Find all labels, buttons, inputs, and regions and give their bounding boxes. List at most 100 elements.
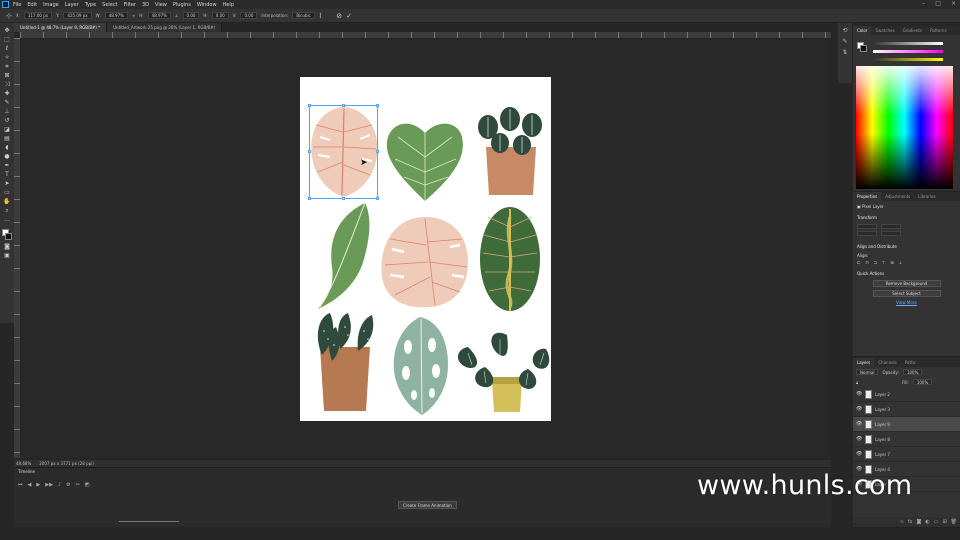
tab-layers[interactable]: Layers — [853, 358, 875, 367]
first-frame-icon[interactable]: ⏮ — [18, 482, 23, 488]
monstera-leaf-large[interactable] — [381, 217, 468, 308]
align-top-icon[interactable]: ⊤ — [882, 260, 885, 265]
menu-file[interactable]: File — [13, 2, 21, 8]
trash-icon[interactable]: 🗑︎ — [951, 519, 957, 525]
color-panel-swatches[interactable] — [857, 42, 867, 52]
select-subject-button[interactable]: Select Subject — [872, 290, 941, 297]
timeline-zoom-slider[interactable] — [119, 521, 179, 522]
menu-view[interactable]: View — [155, 2, 167, 8]
calathea-leaf[interactable] — [480, 207, 540, 311]
transform-w-field[interactable] — [857, 224, 877, 229]
tab-adjustments[interactable]: Adjustments — [881, 192, 914, 201]
tab-untitled-1[interactable]: Untitled-1 @ 48.7% (Layer 9, RGB/8#) * — [14, 23, 108, 32]
stamp-icon[interactable]: ⊥ — [3, 108, 11, 115]
menu-help[interactable]: Help — [223, 2, 234, 8]
remove-background-button[interactable]: Remove Background — [872, 280, 941, 287]
zoom-icon[interactable]: ⌕ — [3, 207, 11, 214]
align-title[interactable]: Align and Distribute — [857, 244, 956, 249]
menu-filter[interactable]: Filter — [124, 2, 136, 8]
alocasia-leaf[interactable] — [318, 202, 370, 309]
move-tool-icon[interactable]: ⊹ — [6, 12, 12, 20]
hue-slider[interactable] — [873, 42, 943, 45]
marquee-icon[interactable]: ⬚ — [3, 36, 11, 43]
height-field[interactable]: 48.97% — [147, 12, 171, 19]
healing-brush-icon[interactable]: ✚ — [3, 90, 11, 97]
tab-paths[interactable]: Paths — [901, 358, 920, 367]
transform-title[interactable]: Transform — [857, 215, 956, 220]
potted-plant-philodendron[interactable] — [457, 332, 550, 412]
transform-handle[interactable] — [376, 197, 379, 200]
menu-layer[interactable]: Layer — [65, 2, 79, 8]
gradient-icon[interactable]: ▤ — [3, 135, 11, 142]
magic-wand-icon[interactable]: ✧ — [3, 54, 11, 61]
layer-row[interactable]: 👁︎ Layer 7 — [853, 447, 960, 462]
timeline-title[interactable]: Timeline — [18, 469, 35, 474]
potted-plant-peperomia[interactable] — [478, 107, 542, 195]
background-color[interactable] — [860, 45, 867, 52]
tab-patterns[interactable]: Patterns — [926, 26, 950, 35]
color-swatches[interactable] — [2, 229, 12, 241]
layer-row[interactable]: 👁︎ Layer 8 — [853, 432, 960, 447]
frame-icon[interactable]: ⊠ — [3, 72, 11, 79]
menu-plugins[interactable]: Plugins — [173, 2, 191, 8]
width-field[interactable]: 48.97% — [104, 12, 128, 19]
dodge-icon[interactable]: ● — [3, 153, 11, 160]
saturation-slider[interactable] — [873, 50, 943, 53]
tab-channels[interactable]: Channels — [874, 358, 901, 367]
transform-handle[interactable] — [376, 150, 379, 153]
next-frame-icon[interactable]: ▶▶ — [45, 482, 53, 488]
x-field[interactable]: 117.00 px — [23, 12, 53, 19]
history-brush-icon[interactable]: ↺ — [3, 117, 11, 124]
interpolation-select[interactable]: Bicubic — [292, 12, 315, 19]
tab-artwork-25[interactable]: Untitled_Artwork 25.png @ 26% (Layer 1, … — [107, 23, 223, 32]
crop-icon[interactable]: ⌗ — [3, 63, 11, 70]
mask-icon[interactable]: ◙ — [916, 519, 921, 525]
layer-row-selected[interactable]: 👁︎ Layer 9 — [853, 417, 960, 432]
split-icon[interactable]: ✂ — [76, 482, 80, 488]
angle-field[interactable]: 0.00 — [182, 12, 200, 19]
quick-mask-icon[interactable]: ◙ — [3, 243, 11, 250]
transform-handle[interactable] — [376, 104, 379, 107]
create-frame-animation-button[interactable]: Create Frame Animation — [398, 501, 457, 509]
link-layers-icon[interactable]: ∞ — [900, 519, 904, 525]
layer-row[interactable]: 👁︎ Layer 3 — [853, 402, 960, 417]
rectangle-icon[interactable]: ▭ — [3, 189, 11, 196]
eye-icon[interactable]: 👁︎ — [856, 406, 862, 412]
path-select-icon[interactable]: ➤ — [3, 180, 11, 187]
cancel-transform-icon[interactable]: ⊘ — [336, 12, 342, 20]
v-skew-field[interactable]: 0.00 — [240, 12, 258, 19]
align-left-icon[interactable]: ⊏ — [857, 260, 860, 265]
lock-icon[interactable]: 🔒︎ — [856, 380, 858, 385]
monstera-adansonii-leaf[interactable] — [393, 317, 448, 415]
transform-x-field[interactable] — [857, 231, 877, 236]
align-bottom-icon[interactable]: ⊥ — [899, 260, 902, 265]
link-icon[interactable]: ∞ — [132, 13, 135, 18]
blend-mode-select[interactable]: Normal — [856, 369, 879, 375]
eye-icon[interactable]: 👁︎ — [856, 421, 862, 427]
brush-icon[interactable]: ✎ — [3, 99, 11, 106]
eye-icon[interactable]: 👁︎ — [856, 391, 862, 397]
color-spectrum[interactable] — [856, 66, 953, 189]
prev-frame-icon[interactable]: ◀ — [28, 482, 32, 488]
eye-icon[interactable]: 👁︎ — [856, 436, 862, 442]
brush-settings-icon[interactable]: ✎ — [842, 38, 847, 45]
transform-handle[interactable] — [308, 104, 311, 107]
transform-bounding-box[interactable]: ➤ — [308, 104, 379, 200]
screen-mode-icon[interactable]: ▣ — [3, 252, 11, 259]
close-icon[interactable]: × — [951, 0, 956, 7]
tab-properties[interactable]: Properties — [853, 192, 882, 201]
y-field[interactable]: 425.09 px — [63, 12, 92, 19]
quick-actions-title[interactable]: Quick Actions — [857, 271, 956, 276]
group-icon[interactable]: ▭ — [934, 519, 939, 525]
lasso-icon[interactable]: ℓ — [3, 45, 11, 52]
move-icon[interactable]: ✥ — [3, 27, 11, 34]
more-tools-icon[interactable]: … — [3, 216, 11, 223]
adjustments-icon[interactable]: ⇅ — [842, 49, 847, 56]
canvas-area[interactable]: ➤ — [20, 38, 831, 458]
fill-field[interactable]: 100% — [912, 379, 933, 385]
transform-handle[interactable] — [308, 150, 311, 153]
minimize-icon[interactable]: – — [922, 0, 925, 7]
tab-gradients[interactable]: Gradients — [899, 26, 927, 35]
menu-3d[interactable]: 3D — [142, 2, 149, 8]
zoom-level[interactable]: 48.68% — [16, 461, 31, 466]
